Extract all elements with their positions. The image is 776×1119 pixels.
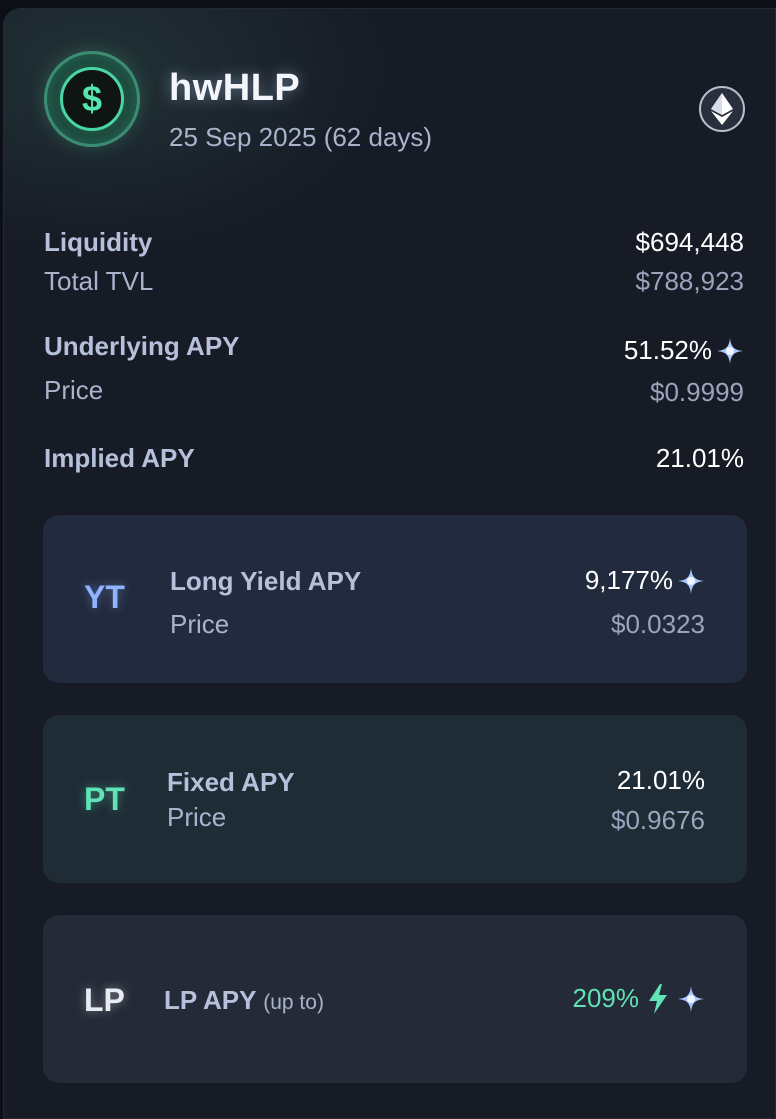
yt-price-value: $0.0323 <box>611 609 705 639</box>
yt-card[interactable]: YT Long Yield APY Price 9,177% $0.0323 <box>43 515 747 683</box>
sparkle-icon <box>678 567 704 594</box>
market-title: hwHLP <box>169 67 301 109</box>
logo-symbol: $ <box>60 67 124 131</box>
yt-apy: 9,177% <box>585 565 705 596</box>
implied-apy-value: 21.01% <box>655 443 744 473</box>
lp-apy-value: 209% <box>572 983 640 1013</box>
underlying-apy-label: Underlying APY <box>44 331 240 361</box>
market-card[interactable]: $ hwHLP 25 Sep 2025 (62 days) Liquidity … <box>3 8 776 1119</box>
implied-apy-label: Implied APY <box>44 443 195 473</box>
yt-price-label: Price <box>170 609 230 639</box>
pt-label: Fixed APY <box>167 767 295 797</box>
total-tvl-label: Total TVL <box>44 266 154 296</box>
liquidity-value: $694,448 <box>635 227 744 257</box>
pt-price-label: Price <box>167 802 227 832</box>
total-tvl-value: $788,923 <box>635 266 744 296</box>
pt-card[interactable]: PT Fixed APY Price 21.01% $0.9676 <box>43 715 747 883</box>
lp-label: LP APY (up to) <box>164 985 324 1016</box>
lp-card[interactable]: LP LP APY (up to) 209% <box>43 915 747 1083</box>
lp-tag: LP <box>84 982 125 1018</box>
sparkle-icon <box>717 337 743 364</box>
pt-tag: PT <box>84 781 125 817</box>
dollar-coin-icon: $ <box>44 51 140 147</box>
yt-apy-value: 9,177% <box>584 565 673 595</box>
yt-label: Long Yield APY <box>170 566 362 596</box>
lightning-icon <box>649 983 667 1014</box>
sparkle-icon <box>678 985 704 1012</box>
underlying-apy-value: 51.52% <box>623 335 712 365</box>
lp-apy: 209% <box>573 983 706 1014</box>
pt-apy-value: 21.01% <box>616 765 705 795</box>
underlying-apy: 51.52% <box>624 335 744 366</box>
yt-tag: YT <box>84 579 125 615</box>
price-label: Price <box>44 375 104 405</box>
expiry-date: 25 Sep 2025 (62 days) <box>169 122 433 152</box>
lp-label-suffix: (up to) <box>263 991 324 1014</box>
price-value: $0.9999 <box>650 377 744 407</box>
ethereum-icon[interactable] <box>699 86 745 132</box>
pt-price-value: $0.9676 <box>611 805 705 835</box>
lp-label-text: LP APY <box>164 985 257 1015</box>
liquidity-label: Liquidity <box>44 227 153 257</box>
